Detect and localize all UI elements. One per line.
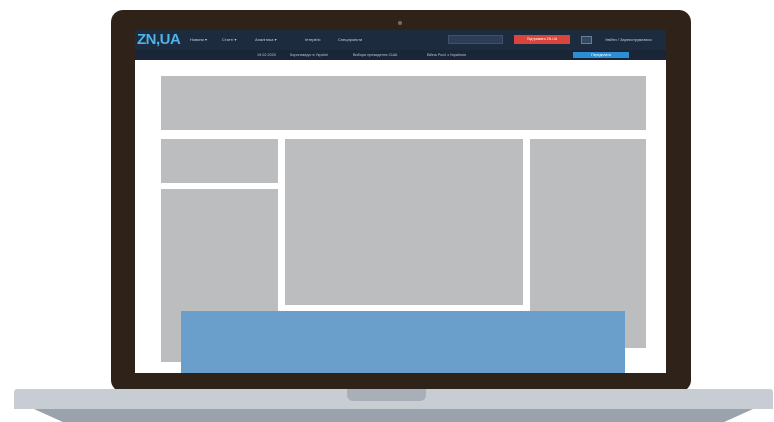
site-logo[interactable]: ZN,UA bbox=[137, 31, 181, 49]
nav-item-specials[interactable]: Спецпроекти bbox=[338, 36, 362, 44]
left-top-placeholder bbox=[161, 139, 278, 183]
subnav-date[interactable]: 19.02.2020 bbox=[257, 52, 276, 58]
overlay-banner bbox=[181, 311, 625, 373]
support-button[interactable]: Підтримати ZN.UA bbox=[514, 35, 570, 44]
banner-placeholder bbox=[161, 76, 646, 130]
nav-item-interviews[interactable]: Інтерв'ю bbox=[305, 36, 320, 44]
subnav-item-us-elections[interactable]: Вибори президента США bbox=[353, 52, 397, 58]
camera-icon bbox=[398, 21, 402, 25]
laptop-base-edge bbox=[34, 409, 753, 422]
nav-item-analytics[interactable]: Аналітика ▾ bbox=[255, 36, 277, 44]
user-icon[interactable] bbox=[581, 36, 592, 44]
subnav-item-covid[interactable]: Коронавірус в Україні bbox=[290, 52, 328, 58]
nav-item-news[interactable]: Новини ▾ bbox=[190, 36, 207, 44]
main-content-placeholder bbox=[285, 139, 523, 305]
subscribe-button[interactable]: Передплата bbox=[573, 52, 629, 58]
nav-item-articles[interactable]: Статті ▾ bbox=[222, 36, 236, 44]
laptop-notch bbox=[347, 389, 426, 401]
login-link[interactable]: Увійти / Зареєструватися bbox=[605, 36, 652, 44]
subnav-item-war[interactable]: Війна Росії з Україною bbox=[427, 52, 466, 58]
search-input[interactable] bbox=[448, 35, 503, 44]
